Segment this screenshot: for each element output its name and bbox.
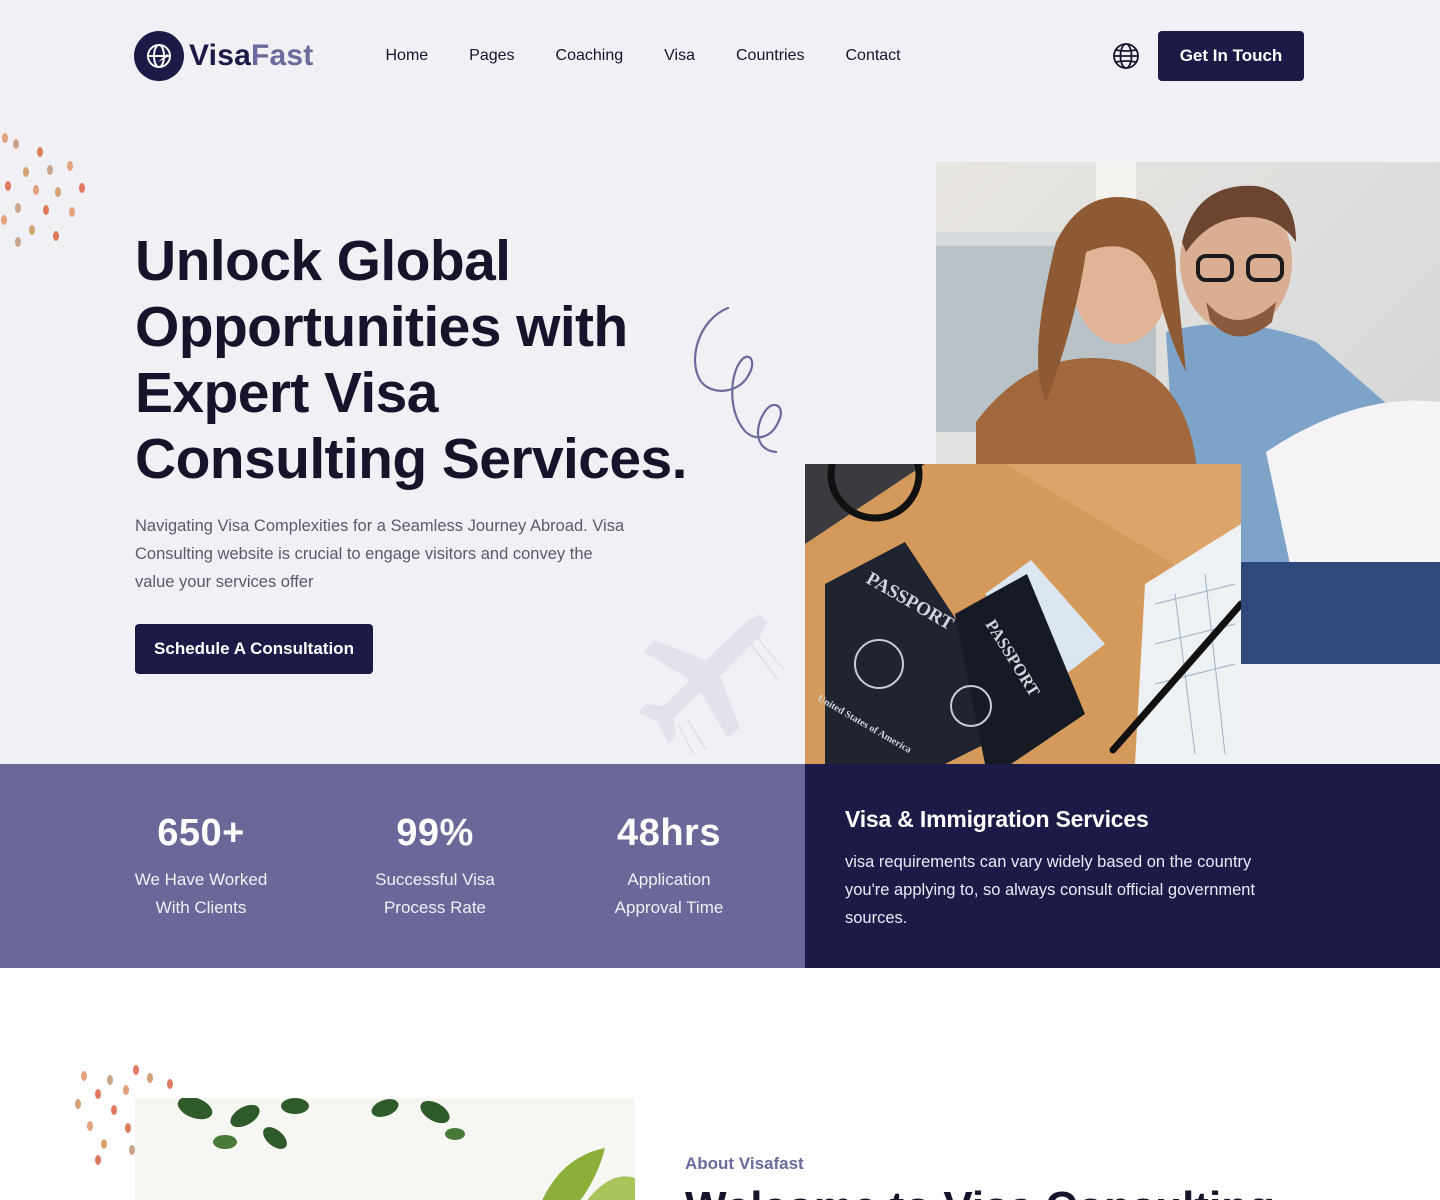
globe-icon[interactable] — [1112, 42, 1140, 70]
stat-label-line2: Process Rate — [383, 898, 487, 917]
nav-contact[interactable]: Contact — [845, 47, 900, 65]
services-title: Visa & Immigration Services — [845, 806, 1149, 832]
schedule-consultation-button[interactable]: Schedule A Consultation — [135, 624, 373, 674]
about-title: Welcome to Visa Consulting — [685, 1183, 1275, 1200]
globe-logo-icon — [134, 31, 184, 81]
brand-logo[interactable]: VisaFast — [134, 31, 313, 81]
stat-label-line1: Application — [627, 870, 711, 889]
stats-band: 650+ We Have Worked With Clients 99% Suc… — [0, 764, 805, 968]
stat-label-line2: Approval Time — [614, 898, 724, 917]
about-section: About Visafast Welcome to Visa Consultin… — [0, 968, 1440, 1200]
stat-approval-time: 48hrs Application Approval Time — [569, 810, 769, 922]
squiggle-decoration — [693, 306, 782, 454]
services-panel: Visa & Immigration Services visa require… — [805, 764, 1440, 968]
nav-coaching[interactable]: Coaching — [556, 47, 624, 65]
nav-visa[interactable]: Visa — [664, 47, 695, 65]
stat-label-line2: With Clients — [155, 898, 247, 917]
stat-value: 48hrs — [617, 812, 721, 854]
stat-success-rate: 99% Successful Visa Process Rate — [335, 810, 535, 922]
stat-label-line1: Successful Visa — [375, 870, 495, 889]
stat-clients: 650+ We Have Worked With Clients — [101, 810, 301, 922]
nav-home[interactable]: Home — [385, 47, 428, 65]
hero-description: Navigating Visa Complexities for a Seaml… — [135, 517, 625, 591]
airplane-icon — [638, 614, 785, 755]
get-in-touch-button[interactable]: Get In Touch — [1158, 31, 1304, 81]
stat-value: 650+ — [157, 812, 245, 854]
passport-photo: PASSPORT PASSPORT United States of Ameri… — [805, 464, 1241, 764]
main-menu: Home Pages Coaching Visa Countries Conta… — [385, 47, 900, 65]
top-navigation: VisaFast Home Pages Coaching Visa Countr… — [134, 30, 1306, 82]
hero-title: Unlock Global Opportunities with Expert … — [135, 229, 687, 491]
brand-name-part1: Visa — [189, 39, 251, 72]
services-description: visa requirements can vary widely based … — [845, 853, 1256, 927]
plant-photo — [135, 1098, 635, 1200]
about-label: About Visafast — [685, 1154, 804, 1173]
stat-value: 99% — [396, 812, 474, 854]
decorative-dots — [1, 133, 85, 247]
stat-label-line1: We Have Worked — [134, 870, 268, 889]
nav-countries[interactable]: Countries — [736, 47, 804, 65]
nav-pages[interactable]: Pages — [469, 47, 514, 65]
brand-name-part2: Fast — [250, 39, 314, 72]
